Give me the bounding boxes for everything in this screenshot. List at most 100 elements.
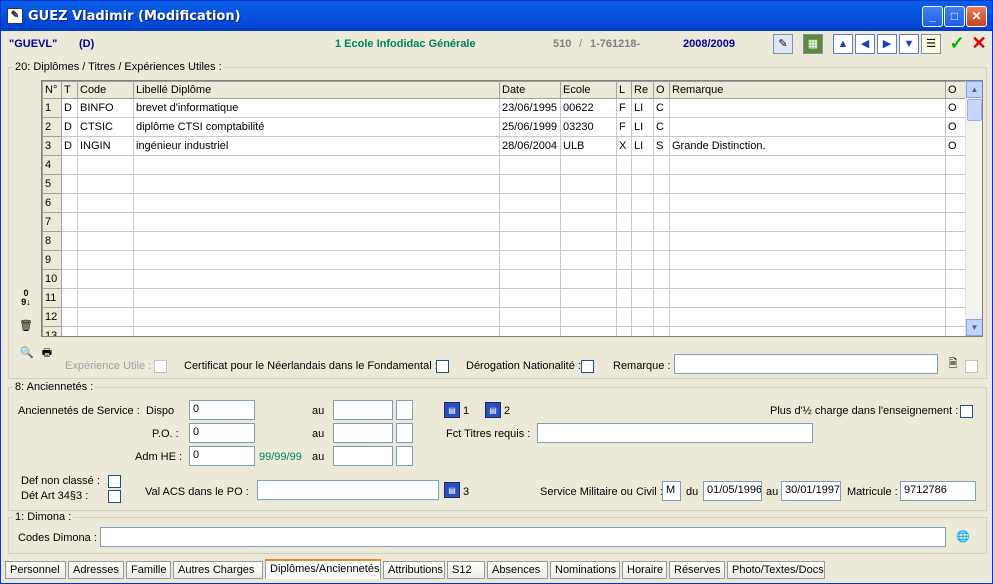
report-1-icon[interactable]: ▤	[444, 402, 460, 418]
table-cell[interactable]	[560, 212, 617, 232]
table-cell[interactable]: Grande Distinction.	[669, 136, 946, 156]
remarque-checkbox[interactable]	[965, 360, 978, 373]
table-cell[interactable]: LI	[631, 98, 654, 118]
column-header[interactable]: Date	[499, 81, 561, 99]
table-cell[interactable]	[945, 155, 966, 175]
table-cell[interactable]: ULB	[560, 136, 617, 156]
table-cell[interactable]	[77, 212, 134, 232]
row-number-cell[interactable]: 4	[42, 155, 62, 175]
experience-utile-checkbox[interactable]	[154, 360, 167, 373]
table-cell[interactable]	[61, 212, 78, 232]
table-cell[interactable]: S	[653, 136, 670, 156]
row-number-cell[interactable]: 12	[42, 307, 62, 327]
table-cell[interactable]: C	[653, 98, 670, 118]
print-icon[interactable]: 🖶	[39, 345, 55, 361]
column-header[interactable]: O	[653, 81, 670, 99]
table-cell[interactable]	[669, 193, 946, 213]
table-cell[interactable]	[616, 155, 632, 175]
next-record-icon[interactable]: ▶	[877, 34, 897, 54]
table-cell[interactable]: ingénieur industriel	[133, 136, 500, 156]
table-cell[interactable]	[945, 269, 966, 289]
tab-personnel[interactable]: Personnel	[5, 561, 66, 579]
table-cell[interactable]	[945, 326, 966, 336]
table-cell[interactable]	[616, 231, 632, 251]
table-row[interactable]: 5	[42, 174, 966, 194]
table-cell[interactable]	[560, 174, 617, 194]
table-cell[interactable]	[61, 174, 78, 194]
previous-record-icon[interactable]: ◀	[855, 34, 875, 54]
table-cell[interactable]	[560, 288, 617, 308]
tab-r-serves[interactable]: Réserves	[669, 561, 725, 579]
du-date-field[interactable]: 01/05/1996	[703, 481, 762, 501]
row-number-cell[interactable]: 8	[42, 231, 62, 251]
table-cell[interactable]	[560, 193, 617, 213]
table-cell[interactable]	[77, 269, 134, 289]
column-header[interactable]: Code	[77, 81, 134, 99]
scroll-down-icon[interactable]: ▼	[966, 319, 982, 336]
table-cell[interactable]	[616, 269, 632, 289]
tab-famille[interactable]: Famille	[126, 561, 171, 579]
table-cell[interactable]	[669, 288, 946, 308]
table-cell[interactable]	[499, 307, 561, 327]
table-cell[interactable]	[133, 212, 500, 232]
table-cell[interactable]: D	[61, 136, 78, 156]
tab-horaire[interactable]: Horaire	[622, 561, 667, 579]
table-cell[interactable]	[945, 288, 966, 308]
table-cell[interactable]: CTSIC	[77, 117, 134, 137]
column-header[interactable]: N°	[42, 81, 62, 99]
table-cell[interactable]	[616, 212, 632, 232]
table-cell[interactable]	[499, 326, 561, 336]
sort-numeric-icon[interactable]: 0 9↓	[18, 289, 34, 307]
table-cell[interactable]	[653, 212, 670, 232]
tab-autres-charges[interactable]: Autres Charges	[173, 561, 263, 579]
table-cell[interactable]	[945, 231, 966, 251]
table-row[interactable]: 12	[42, 307, 966, 327]
table-cell[interactable]	[61, 326, 78, 336]
table-row[interactable]: 11	[42, 288, 966, 308]
service-militaire-field[interactable]: M	[662, 481, 681, 501]
table-cell[interactable]: F	[616, 98, 632, 118]
tab-dipl-mes-anciennet-s[interactable]: Diplômes/Anciennetés	[265, 559, 381, 579]
val-acs-field[interactable]	[257, 480, 439, 500]
derogation-checkbox[interactable]	[581, 360, 594, 373]
table-cell[interactable]	[631, 307, 654, 327]
table-cell[interactable]	[77, 193, 134, 213]
row-number-cell[interactable]: 7	[42, 212, 62, 232]
row-number-cell[interactable]: 3	[42, 136, 62, 156]
table-cell[interactable]	[669, 250, 946, 270]
cancel-icon[interactable]: ✕	[969, 34, 989, 54]
table-cell[interactable]	[499, 212, 561, 232]
table-cell[interactable]	[631, 288, 654, 308]
table-cell[interactable]	[499, 250, 561, 270]
table-cell[interactable]	[945, 307, 966, 327]
tab-absences[interactable]: Absences	[487, 561, 548, 579]
edit-record-icon[interactable]: ✎	[773, 34, 793, 54]
first-record-icon[interactable]: ▲	[833, 34, 853, 54]
certificat-checkbox[interactable]	[436, 360, 449, 373]
table-cell[interactable]: F	[616, 117, 632, 137]
table-cell[interactable]: brevet d'informatique	[133, 98, 500, 118]
table-cell[interactable]	[669, 212, 946, 232]
report-3-icon[interactable]: ▤	[444, 482, 460, 498]
table-cell[interactable]	[560, 231, 617, 251]
table-cell[interactable]: C	[653, 117, 670, 137]
column-header[interactable]: Ecole	[560, 81, 617, 99]
table-row[interactable]: 8	[42, 231, 966, 251]
table-cell[interactable]	[77, 250, 134, 270]
table-cell[interactable]	[616, 326, 632, 336]
table-cell[interactable]	[631, 155, 654, 175]
row-number-cell[interactable]: 2	[42, 117, 62, 137]
table-cell[interactable]	[61, 155, 78, 175]
table-cell[interactable]: O	[945, 136, 966, 156]
table-cell[interactable]	[669, 307, 946, 327]
table-cell[interactable]	[616, 174, 632, 194]
table-cell[interactable]	[669, 117, 946, 137]
dispo-extra-field[interactable]	[396, 400, 413, 420]
table-cell[interactable]	[631, 193, 654, 213]
notes-icon[interactable]: ☰	[921, 34, 941, 54]
table-cell[interactable]: BINFO	[77, 98, 134, 118]
globe-icon[interactable]: 🌐	[955, 529, 971, 545]
table-row[interactable]: 13	[42, 326, 966, 336]
table-cell[interactable]	[77, 307, 134, 327]
table-cell[interactable]	[560, 326, 617, 336]
